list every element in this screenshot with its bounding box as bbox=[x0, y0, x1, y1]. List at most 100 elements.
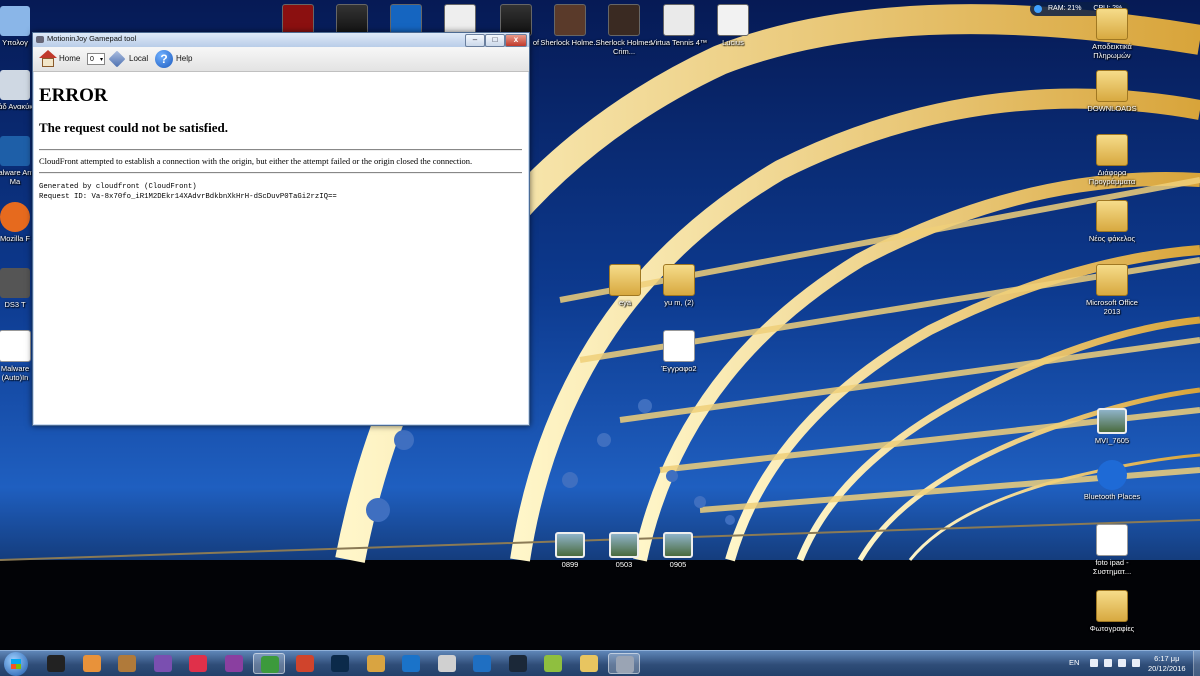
taskbar-item-music[interactable] bbox=[537, 653, 569, 674]
window-toolbar: Home 0 ▾ Local ? Help bbox=[33, 47, 529, 72]
taskbar-item-epub[interactable] bbox=[218, 653, 250, 674]
help-label: Help bbox=[176, 54, 193, 63]
desktop-icon-office-2013[interactable]: Microsoft Office 2013 bbox=[1080, 264, 1144, 316]
gamepad-icon bbox=[0, 268, 30, 298]
motioninjoy-window[interactable]: MotioninJoy Gamepad tool – □ x Home 0 ▾ … bbox=[32, 32, 530, 426]
taskbar-item-ccleaner[interactable] bbox=[289, 653, 321, 674]
taskbar-item-calendar[interactable] bbox=[431, 653, 463, 674]
clock[interactable]: 6:17 μμ 20/12/2016 bbox=[1148, 654, 1186, 674]
media-icon bbox=[82, 655, 101, 672]
error-heading: ERROR bbox=[39, 85, 108, 106]
firefox-icon bbox=[0, 202, 30, 232]
explorer-icon bbox=[579, 655, 598, 672]
desktop-icon-label: Νέος φάκελος bbox=[1088, 234, 1136, 243]
folder-icon bbox=[609, 264, 641, 296]
local-label: Local bbox=[129, 54, 149, 63]
taskbar-item-itunes[interactable] bbox=[182, 653, 214, 674]
desktop-icon-0905[interactable]: 0905 bbox=[646, 526, 710, 569]
photoshop-icon bbox=[331, 655, 349, 672]
desktop-icon-yum[interactable]: yu m, (2) bbox=[647, 264, 711, 307]
desktop-icon-label: Αποδεικτικά Πληρωμών bbox=[1092, 42, 1132, 60]
gamepad-icon bbox=[616, 656, 634, 673]
close-button[interactable]: x bbox=[505, 34, 527, 47]
epub-icon bbox=[224, 655, 243, 672]
desktop-icon-photos[interactable]: Φωτογραφίες bbox=[1080, 590, 1144, 633]
bluetooth-icon bbox=[1097, 460, 1127, 490]
show-desktop-button[interactable] bbox=[1193, 651, 1200, 676]
divider bbox=[39, 149, 522, 151]
taskbar-item-photoshop[interactable] bbox=[324, 653, 356, 674]
desktop-icon-document2[interactable]: Έγγραφο2 bbox=[647, 330, 711, 373]
desktop-icon-foto-ipad[interactable]: foto ipad - Συστηματ... bbox=[1080, 524, 1144, 576]
desktop-icon-label: Υπολογ bbox=[2, 38, 28, 47]
taskbar-item-utorrent[interactable] bbox=[253, 653, 285, 674]
desktop-icon-label: Sherlock Holmes Crim... bbox=[595, 38, 653, 56]
desktop-icon-bluetooth[interactable]: Bluetooth Places bbox=[1080, 460, 1144, 501]
controller-select[interactable]: 0 ▾ bbox=[87, 53, 105, 65]
shortcut-icon bbox=[1096, 524, 1128, 556]
desktop-icon-label: Διάφορα Προγράμματα bbox=[1088, 168, 1136, 186]
folder-icon bbox=[1096, 8, 1128, 40]
folder-icon bbox=[1096, 70, 1128, 102]
network-icon[interactable] bbox=[1118, 659, 1126, 667]
taskbar-item-media[interactable] bbox=[76, 653, 108, 674]
desktop-icon-label: Bluetooth Places bbox=[1083, 492, 1141, 501]
desktop-icon-label: Sherlock Holme... bbox=[540, 38, 600, 47]
photo-icon bbox=[555, 532, 585, 558]
desktop-icon-label: eya bbox=[618, 298, 632, 307]
game-icon bbox=[554, 4, 586, 36]
tray-arrow-icon[interactable] bbox=[1090, 659, 1098, 667]
visualstudio-icon bbox=[153, 655, 172, 672]
clock-date: 20/12/2016 bbox=[1148, 664, 1186, 673]
local-button[interactable]: Local bbox=[108, 50, 149, 68]
document-icon bbox=[0, 330, 31, 362]
desktop-icon-label: Microsoft Office 2013 bbox=[1086, 298, 1138, 316]
folder-icon bbox=[1096, 264, 1128, 296]
taskbar-item-visualstudio[interactable] bbox=[147, 653, 179, 674]
volume-icon[interactable] bbox=[1104, 659, 1112, 667]
ccleaner-icon bbox=[295, 655, 314, 672]
folder-icon bbox=[663, 264, 695, 296]
taskbar-item-gamepad[interactable] bbox=[608, 653, 640, 674]
taskbar-item-steam[interactable] bbox=[502, 653, 534, 674]
start-button[interactable] bbox=[4, 652, 28, 676]
desktop-icon-label: Mozilla F bbox=[0, 234, 30, 243]
taskbar-item-teamviewer[interactable] bbox=[466, 653, 498, 674]
help-button[interactable]: ? Help bbox=[155, 50, 193, 68]
update-icon bbox=[402, 655, 420, 672]
home-button[interactable]: Home bbox=[37, 50, 81, 67]
taskbar-item-update[interactable] bbox=[395, 653, 427, 674]
home-icon-body bbox=[42, 58, 54, 67]
taskbar-item-files[interactable] bbox=[360, 653, 392, 674]
desktop-icon-new-folder[interactable]: Νέος φάκελος bbox=[1080, 200, 1144, 243]
desktop-icon-label: yu m, (2) bbox=[664, 298, 694, 307]
flag-icon[interactable] bbox=[1132, 659, 1140, 667]
home-icon bbox=[39, 50, 57, 58]
language-indicator[interactable]: EN bbox=[1069, 658, 1079, 667]
game-icon bbox=[608, 4, 640, 36]
game-icon bbox=[717, 4, 749, 36]
desktop-icon-label: DOWNLOADS bbox=[1087, 104, 1137, 113]
maximize-button[interactable]: □ bbox=[485, 34, 505, 47]
browser-content: ERROR The request could not be satisfied… bbox=[34, 72, 528, 424]
windows-logo-icon bbox=[11, 659, 21, 669]
desktop-icon-label: Φωτογραφίες bbox=[1089, 624, 1135, 633]
taskbar-item-rp[interactable] bbox=[40, 653, 72, 674]
taskbar-item-explorer[interactable] bbox=[573, 653, 605, 674]
desktop-icon-label: MVI_7605 bbox=[1094, 436, 1130, 445]
ram-usage: RAM: 21% bbox=[1048, 5, 1082, 12]
desktop-icon-receipts[interactable]: Αποδεικτικά Πληρωμών bbox=[1080, 8, 1144, 60]
window-title: MotioninJoy Gamepad tool bbox=[47, 34, 137, 43]
desktop-icon-lucius[interactable]: Lucius bbox=[701, 4, 765, 47]
home-label: Home bbox=[59, 54, 81, 63]
error-subheading: The request could not be satisfied. bbox=[39, 120, 228, 135]
files-icon bbox=[366, 655, 385, 672]
desktop-icon-downloads[interactable]: DOWNLOADS bbox=[1080, 70, 1144, 113]
desktop-icon-programs[interactable]: Διάφορα Προγράμματα bbox=[1080, 134, 1144, 186]
window-titlebar[interactable]: MotioninJoy Gamepad tool – □ x bbox=[33, 33, 529, 47]
controller-select-value: 0 bbox=[90, 56, 94, 63]
taskbar-item-library[interactable] bbox=[111, 653, 143, 674]
minimize-button[interactable]: – bbox=[465, 34, 485, 47]
photo-icon bbox=[609, 532, 639, 558]
desktop-icon-mvi-7605[interactable]: MVI_7605 bbox=[1080, 402, 1144, 445]
